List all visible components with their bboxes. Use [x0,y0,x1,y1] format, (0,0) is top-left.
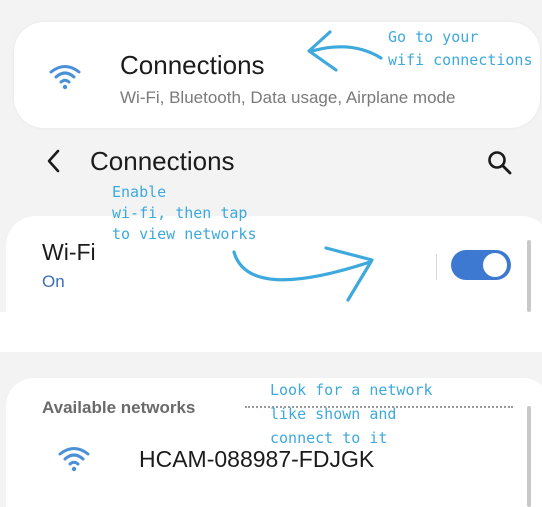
scrollbar-thumb-top[interactable] [527,240,531,312]
wifi-icon [49,65,81,90]
wifi-icon [58,447,90,472]
back-chevron-icon[interactable] [44,148,64,174]
annotation-go-to-connections-line-2: wifi connections [388,51,533,69]
annotation-look-for-network-line-3: connect to it [270,429,388,447]
annotation-look-for-network-line-2: like shown and [270,405,397,423]
annotation-enable-wifi-line-2: wi-fi, then tap [112,204,248,222]
available-networks-label: Available networks [42,398,196,417]
wifi-toggle[interactable] [451,250,511,280]
wifi-toggle-knob [483,253,507,277]
annotation-go-to-connections-line-1: Go to your [388,28,479,46]
wifi-row-label[interactable]: Wi-Fi [42,239,96,266]
page-title: Connections [90,146,235,176]
network-list-item[interactable]: HCAM-088987-FDJGK [139,446,374,473]
annotation-enable-wifi-line-3: to view networks [112,225,257,243]
toggle-divider [436,254,437,280]
scrollbar-thumb-bottom[interactable] [527,406,531,507]
annotation-enable-wifi-line-1: Enable [112,183,167,201]
wifi-row-state: On [42,272,65,291]
connections-card-subtitle: Wi-Fi, Bluetooth, Data usage, Airplane m… [120,88,456,107]
connections-card-title: Connections [120,50,265,80]
annotation-look-for-network-line-1: Look for a network [270,381,433,399]
search-icon[interactable] [486,149,514,177]
